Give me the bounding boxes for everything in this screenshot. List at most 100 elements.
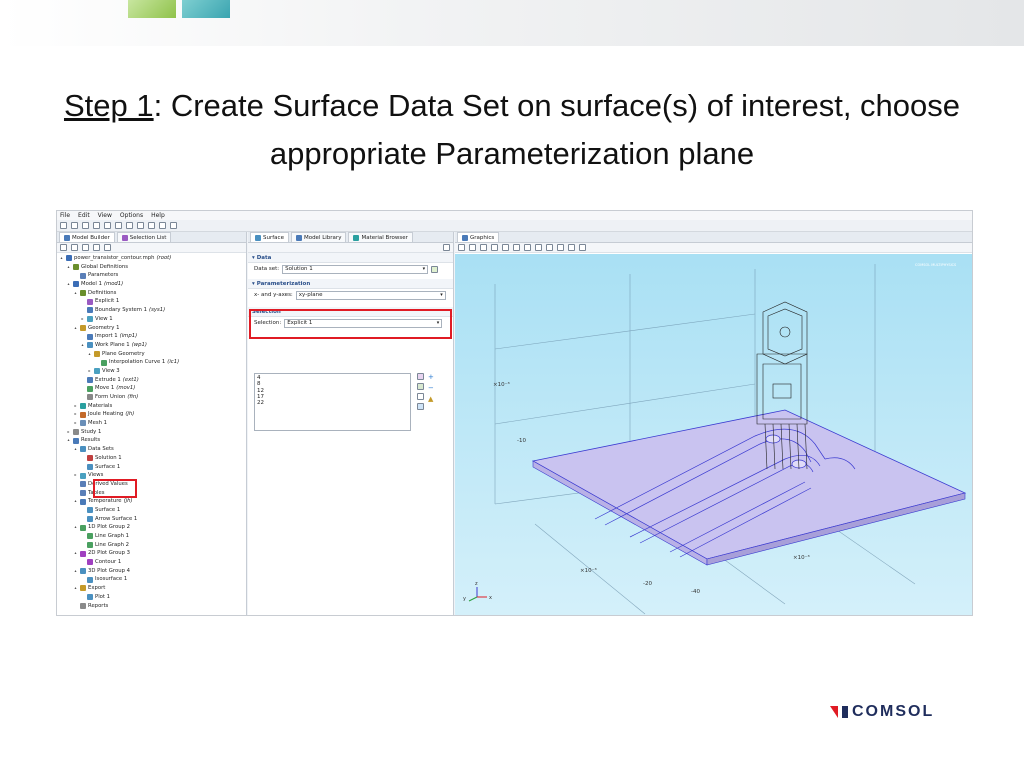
graphics-canvas[interactable]: ×10⁻³ ×10⁻³ ×10⁻³ -10 -20 -40 COMSOL MUL…: [455, 254, 972, 615]
tree-expander-icon[interactable]: ▴: [73, 567, 78, 576]
tree-item[interactable]: ▴ Work Plane 1 (wp1): [59, 341, 246, 350]
zoom-box-icon[interactable]: [480, 244, 487, 251]
zoom-to-selection-icon[interactable]: [417, 403, 424, 410]
tree-item[interactable]: Surface 1: [59, 506, 246, 515]
tree-item[interactable]: Form Union (fin): [59, 393, 246, 402]
tree-item[interactable]: ▴ 1D Plot Group 2: [59, 523, 246, 532]
tree-expander-icon[interactable]: ▴: [73, 324, 78, 333]
tree-item[interactable]: ▸ Materials: [59, 402, 246, 411]
tree-item[interactable]: ▸ Views: [59, 471, 246, 480]
tab-selection-list[interactable]: Selection List: [116, 232, 172, 242]
tree-item[interactable]: ▴ Temperature (jh): [59, 497, 246, 506]
undo-icon[interactable]: [104, 222, 111, 229]
plot-icon[interactable]: [443, 244, 450, 251]
tree-item[interactable]: ▴ Plane Geometry: [59, 350, 246, 359]
tree-item[interactable]: Isosurface 1: [59, 575, 246, 584]
tree-expander-icon[interactable]: ▴: [66, 263, 71, 272]
compute-icon[interactable]: [170, 222, 177, 229]
tree-item[interactable]: Plot 1: [59, 593, 246, 602]
tab-graphics[interactable]: Graphics: [457, 232, 500, 242]
tree-item[interactable]: Surface 1: [59, 463, 246, 472]
tree-expander-icon[interactable]: ▸: [80, 315, 85, 324]
axes-select[interactable]: xy-plane: [295, 290, 446, 300]
tree-item[interactable]: ▴ Export: [59, 584, 246, 593]
tree-item[interactable]: ▸ Mesh 1: [59, 419, 246, 428]
tree-item[interactable]: ▴ Global Definitions: [59, 263, 246, 272]
tree-expander-icon[interactable]: ▴: [59, 254, 64, 263]
camera-icon[interactable]: [579, 244, 586, 251]
selection-list-item[interactable]: 22: [257, 400, 408, 406]
tree-expander-icon[interactable]: ▴: [73, 523, 78, 532]
expand-icon[interactable]: [82, 244, 89, 251]
transparency-icon[interactable]: [557, 244, 564, 251]
tree-item[interactable]: Line Graph 1: [59, 532, 246, 541]
layout-icon[interactable]: [148, 222, 155, 229]
menu-options[interactable]: Options: [120, 212, 143, 219]
view-zx-icon[interactable]: [546, 244, 553, 251]
tree-expander-icon[interactable]: ▴: [66, 280, 71, 289]
tree-expander-icon[interactable]: ▴: [73, 445, 78, 454]
tree-item[interactable]: ▴ 2D Plot Group 3: [59, 549, 246, 558]
tree-item[interactable]: Contour 1: [59, 558, 246, 567]
menu-view[interactable]: View: [98, 212, 112, 219]
tab-model-library[interactable]: Model Library: [290, 232, 347, 242]
section-parameterization[interactable]: ▾ Parameterization: [248, 279, 453, 289]
tab-material-browser[interactable]: Material Browser: [348, 232, 413, 242]
collapse-icon[interactable]: [93, 244, 100, 251]
window-icon[interactable]: [137, 222, 144, 229]
tree-item[interactable]: Interpolation Curve 1 (ic1): [59, 358, 246, 367]
tree-item[interactable]: Parameters: [59, 271, 246, 280]
menu-help[interactable]: Help: [151, 212, 165, 219]
tree-expander-icon[interactable]: ▴: [73, 584, 78, 593]
menu-file[interactable]: File: [60, 212, 70, 219]
tree-expander-icon[interactable]: ▸: [66, 428, 71, 437]
tree-expander-icon[interactable]: ▸: [73, 402, 78, 411]
tree-item[interactable]: Move 1 (mov1): [59, 384, 246, 393]
data-set-select[interactable]: Solution 1: [282, 264, 429, 274]
view-xy-icon[interactable]: [524, 244, 531, 251]
tree-item[interactable]: Derived Values: [59, 480, 246, 489]
open-icon[interactable]: [71, 222, 78, 229]
tree-item[interactable]: Extrude 1 (ext1): [59, 376, 246, 385]
paste-selection-icon[interactable]: [417, 393, 424, 400]
tree-item[interactable]: ▴ power_transistor_contour.mph (root): [59, 254, 246, 263]
view-yz-icon[interactable]: [535, 244, 542, 251]
tree-item[interactable]: Solution 1: [59, 454, 246, 463]
tree-expander-icon[interactable]: ▸: [73, 471, 78, 480]
add-icon[interactable]: +: [428, 373, 434, 381]
forward-icon[interactable]: [71, 244, 78, 251]
tree-item[interactable]: Boundary System 1 (sys1): [59, 306, 246, 315]
rotate-icon[interactable]: [502, 244, 509, 251]
selection-listbox[interactable]: 4 8 12 17 22: [254, 373, 411, 431]
select-icon[interactable]: [513, 244, 520, 251]
copy-selection-icon[interactable]: [417, 383, 424, 390]
tree-expander-icon[interactable]: ▸: [73, 410, 78, 419]
new-icon[interactable]: [60, 222, 67, 229]
tree-item[interactable]: ▴ Data Sets: [59, 445, 246, 454]
tree-item[interactable]: ▴ Geometry 1: [59, 324, 246, 333]
zoom-out-icon[interactable]: [469, 244, 476, 251]
tree-item[interactable]: ▴ 3D Plot Group 4: [59, 567, 246, 576]
tree-item[interactable]: ▸ Study 1: [59, 428, 246, 437]
tree-item[interactable]: Tables: [59, 489, 246, 498]
tree-expander-icon[interactable]: ▸: [87, 367, 92, 376]
tree-item[interactable]: Import 1 (imp1): [59, 332, 246, 341]
redo-icon[interactable]: [115, 222, 122, 229]
tree-item[interactable]: Line Graph 2: [59, 541, 246, 550]
save-icon[interactable]: [82, 222, 89, 229]
zoom-in-icon[interactable]: [458, 244, 465, 251]
tree-expander-icon[interactable]: ▴: [80, 341, 85, 350]
tab-model-builder[interactable]: Model Builder: [59, 232, 115, 242]
tree-item[interactable]: ▸ View 1: [59, 315, 246, 324]
tree-expander-icon[interactable]: ▴: [73, 549, 78, 558]
section-data[interactable]: ▾ Data: [248, 253, 453, 263]
zoom-extents-icon[interactable]: [491, 244, 498, 251]
tree-item[interactable]: Explicit 1: [59, 297, 246, 306]
tree-item[interactable]: ▸ View 3: [59, 367, 246, 376]
wireframe-icon[interactable]: [568, 244, 575, 251]
clear-icon[interactable]: ▲: [428, 395, 434, 403]
tree-expander-icon[interactable]: ▴: [73, 497, 78, 506]
tab-surface[interactable]: Surface: [250, 232, 289, 242]
print-icon[interactable]: [93, 222, 100, 229]
go-to-source-icon[interactable]: [431, 265, 439, 273]
